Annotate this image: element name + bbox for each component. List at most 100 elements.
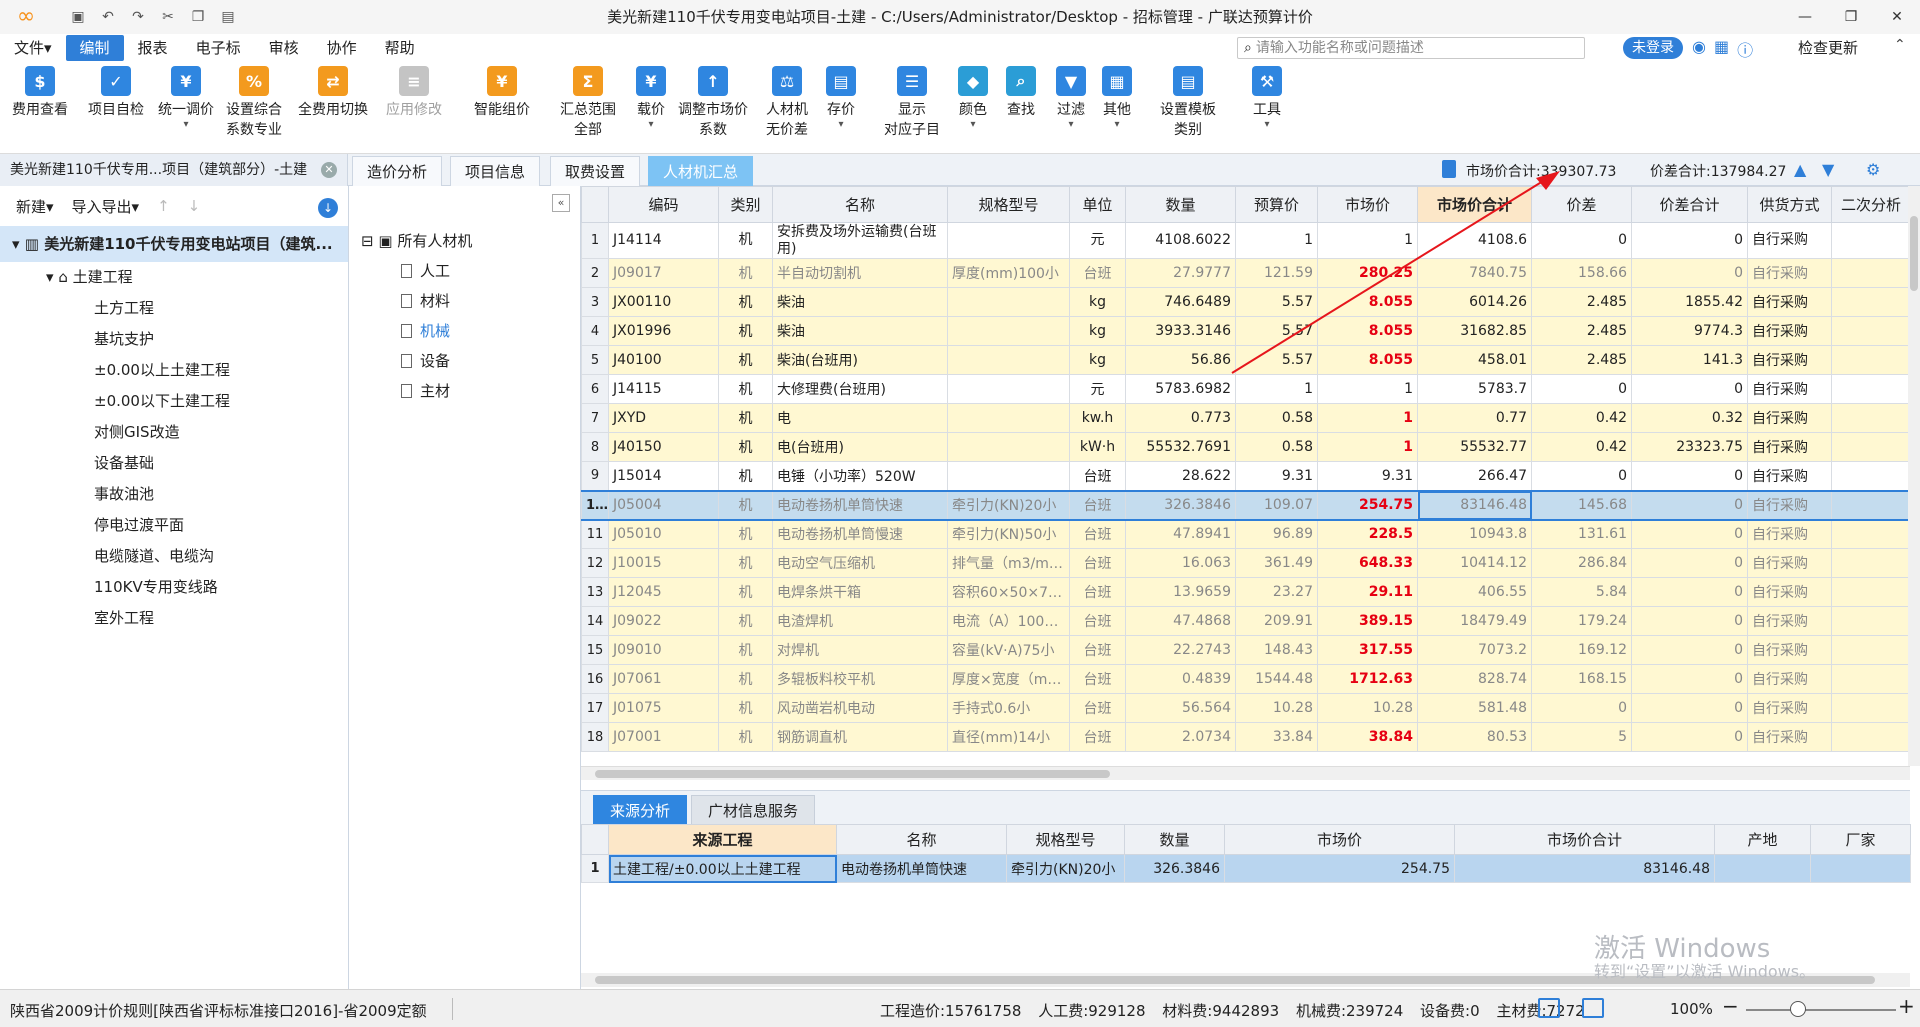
ribbon-full-cost-switch-button[interactable]: ⇄ 全费用切换 xyxy=(298,66,368,120)
copy-icon[interactable]: ❐ xyxy=(188,9,208,25)
cell-market-price[interactable]: 9.31 xyxy=(1317,461,1418,491)
menu-help[interactable]: 帮助 xyxy=(371,35,429,61)
cell-unit[interactable]: kg xyxy=(1069,287,1126,317)
cell-market-price[interactable]: 389.15 xyxy=(1317,606,1418,636)
cell-quantity[interactable]: 746.6489 xyxy=(1125,287,1236,317)
info-icon[interactable]: ⓘ xyxy=(1737,37,1753,61)
cell-category[interactable]: 机 xyxy=(718,316,773,346)
table-row[interactable]: 14 J09022 机电渣焊机 电流（A）1000中 台班 47.4868 209.91 38… xyxy=(581,606,1910,636)
zoom-out-icon[interactable]: − xyxy=(1722,994,1739,1018)
cell-budget-price[interactable]: 148.43 xyxy=(1235,635,1318,665)
check-update-button[interactable]: 检查更新 xyxy=(1798,37,1858,59)
menu-report[interactable]: 报表 xyxy=(124,35,182,61)
cell-unit[interactable]: 台班 xyxy=(1069,577,1126,607)
cell-price-diff[interactable]: 0.42 xyxy=(1531,432,1632,462)
cell-supply-mode[interactable]: 自行采购 xyxy=(1747,519,1832,549)
cell-price-diff[interactable]: 169.12 xyxy=(1531,635,1632,665)
cell-supply-mode[interactable]: 自行采购 xyxy=(1747,635,1832,665)
cell-price-diff[interactable]: 286.84 xyxy=(1531,548,1632,578)
cell-code[interactable]: J07001 xyxy=(608,722,719,752)
zoom-in-icon[interactable]: + xyxy=(1898,994,1915,1018)
tree-node-oil-pool[interactable]: 事故油池 xyxy=(0,479,348,510)
category-machinery[interactable]: 机械 xyxy=(401,320,450,341)
cell-supply-mode[interactable]: 自行采购 xyxy=(1747,258,1832,288)
project-document-tab[interactable]: 美光新建110千伏专用...项目（建筑部分）-土建 ✕ xyxy=(0,154,348,186)
support-icon[interactable]: ◉ xyxy=(1692,37,1706,61)
cell-secondary-analysis[interactable] xyxy=(1831,548,1910,578)
cell-unit[interactable]: kW·h xyxy=(1069,432,1126,462)
cell-supply-mode[interactable]: 自行采购 xyxy=(1747,403,1832,433)
cell-category[interactable]: 机 xyxy=(718,461,773,491)
cell-secondary-analysis[interactable] xyxy=(1831,403,1910,433)
cell-market-total[interactable]: 7073.2 xyxy=(1417,635,1532,665)
header-budget-price[interactable]: 预算价 xyxy=(1235,186,1318,223)
cell-unit[interactable]: 台班 xyxy=(1069,461,1126,491)
cell-budget-price[interactable]: 1544.48 xyxy=(1235,664,1318,694)
ribbon-set-coefficient-button[interactable]: % 设置综合 系数专业 xyxy=(226,66,282,140)
table-row[interactable]: 10 J05004 机电动卷扬机单筒快速 牵引力(KN)20小 台班 326.3846 10… xyxy=(581,489,1910,521)
cell-spec[interactable] xyxy=(947,222,1070,259)
cell-price-diff[interactable]: 168.15 xyxy=(1531,664,1632,694)
cell-price-diff[interactable]: 158.66 xyxy=(1531,258,1632,288)
cell-unit[interactable]: 台班 xyxy=(1069,519,1126,549)
cell-secondary-analysis[interactable] xyxy=(1831,345,1910,375)
cell-category[interactable]: 机 xyxy=(718,548,773,578)
cell-secondary-analysis[interactable] xyxy=(1831,374,1910,404)
cell-quantity[interactable]: 22.2743 xyxy=(1125,635,1236,665)
move-up-icon[interactable]: ↑ xyxy=(157,197,170,215)
cell-market-price[interactable]: 8.055 xyxy=(1317,345,1418,375)
cell-market-price[interactable]: 254.75 xyxy=(1317,489,1418,521)
cell-market-total[interactable]: 83146.48 xyxy=(1417,489,1532,521)
cell-market-total[interactable]: 80.53 xyxy=(1417,722,1532,752)
cell-name[interactable]: 半自动切割机 xyxy=(772,258,948,288)
header-code[interactable]: 编码 xyxy=(608,186,719,223)
cell-budget-price[interactable]: 361.49 xyxy=(1235,548,1318,578)
save-icon[interactable]: ▣ xyxy=(68,9,88,25)
cell-market-total[interactable]: 458.01 xyxy=(1417,345,1532,375)
cell-spec[interactable]: 排气量（m3/mi… xyxy=(947,548,1070,578)
cell-budget-price[interactable]: 1 xyxy=(1235,222,1318,259)
ribbon-other-button[interactable]: ▦ 其他 ▾ xyxy=(1102,66,1132,130)
tree-node-equipment-base[interactable]: 设备基础 xyxy=(0,448,348,479)
layout-normal-icon[interactable] xyxy=(1538,998,1560,1018)
cell-diff-total[interactable]: 0 xyxy=(1631,577,1748,607)
table-row[interactable]: 12 J10015 机电动空气压缩机 排气量（m3/mi… 台班 16.063 361.49… xyxy=(581,548,1910,578)
cell-quantity[interactable]: 3933.3146 xyxy=(1125,316,1236,346)
cell-market-price[interactable]: 1 xyxy=(1317,222,1418,259)
ribbon-cost-view-button[interactable]: $ 费用查看 xyxy=(12,66,68,120)
import-export-button[interactable]: 导入导出▾ xyxy=(72,196,140,217)
cell-unit[interactable]: 台班 xyxy=(1069,548,1126,578)
header-market-price[interactable]: 市场价 xyxy=(1224,824,1455,855)
cell-quantity[interactable]: 326.3846 xyxy=(1124,854,1225,883)
cell-market-price[interactable]: 8.055 xyxy=(1317,316,1418,346)
cell-market-total[interactable]: 31682.85 xyxy=(1417,316,1532,346)
cell-category[interactable]: 机 xyxy=(718,432,773,462)
cell-name[interactable]: 柴油 xyxy=(772,316,948,346)
cell-supply-mode[interactable]: 自行采购 xyxy=(1747,577,1832,607)
cell-spec[interactable] xyxy=(947,461,1070,491)
tab-material-info-service[interactable]: 广材信息服务 xyxy=(691,795,816,825)
cell-category[interactable]: 机 xyxy=(718,722,773,752)
cell-diff-total[interactable]: 0.32 xyxy=(1631,403,1748,433)
menu-collaborate[interactable]: 协作 xyxy=(313,35,371,61)
ribbon-unify-price-button[interactable]: ¥ 统一调价 ▾ xyxy=(158,66,214,130)
ribbon-tools-button[interactable]: ⚒ 工具 ▾ xyxy=(1252,66,1282,130)
menu-e-bid[interactable]: 电子标 xyxy=(182,35,255,61)
cell-unit[interactable]: kw.h xyxy=(1069,403,1126,433)
cell-price-diff[interactable]: 0 xyxy=(1531,461,1632,491)
close-icon[interactable]: ✕ xyxy=(1874,0,1920,34)
cell-diff-total[interactable]: 0 xyxy=(1631,548,1748,578)
collapse-panel-icon[interactable]: « xyxy=(552,194,570,212)
cell-unit[interactable]: 台班 xyxy=(1069,258,1126,288)
ribbon-no-price-diff-button[interactable]: ⚖ 人材机 无价差 xyxy=(766,66,808,140)
tree-node-above-zero[interactable]: ±0.00以上土建工程 xyxy=(0,355,348,386)
cell-budget-price[interactable]: 9.31 xyxy=(1235,461,1318,491)
tab-fee-settings[interactable]: 取费设置 xyxy=(550,156,641,186)
cell-secondary-analysis[interactable] xyxy=(1831,635,1910,665)
tree-node-pit-support[interactable]: 基坑支护 xyxy=(0,324,348,355)
cell-spec[interactable]: 容积60×50×7… xyxy=(947,577,1070,607)
cell-spec[interactable] xyxy=(947,287,1070,317)
cell-origin[interactable] xyxy=(1714,854,1811,883)
cell-market-total[interactable]: 83146.48 xyxy=(1454,854,1715,883)
cell-code[interactable]: J14115 xyxy=(608,374,719,404)
